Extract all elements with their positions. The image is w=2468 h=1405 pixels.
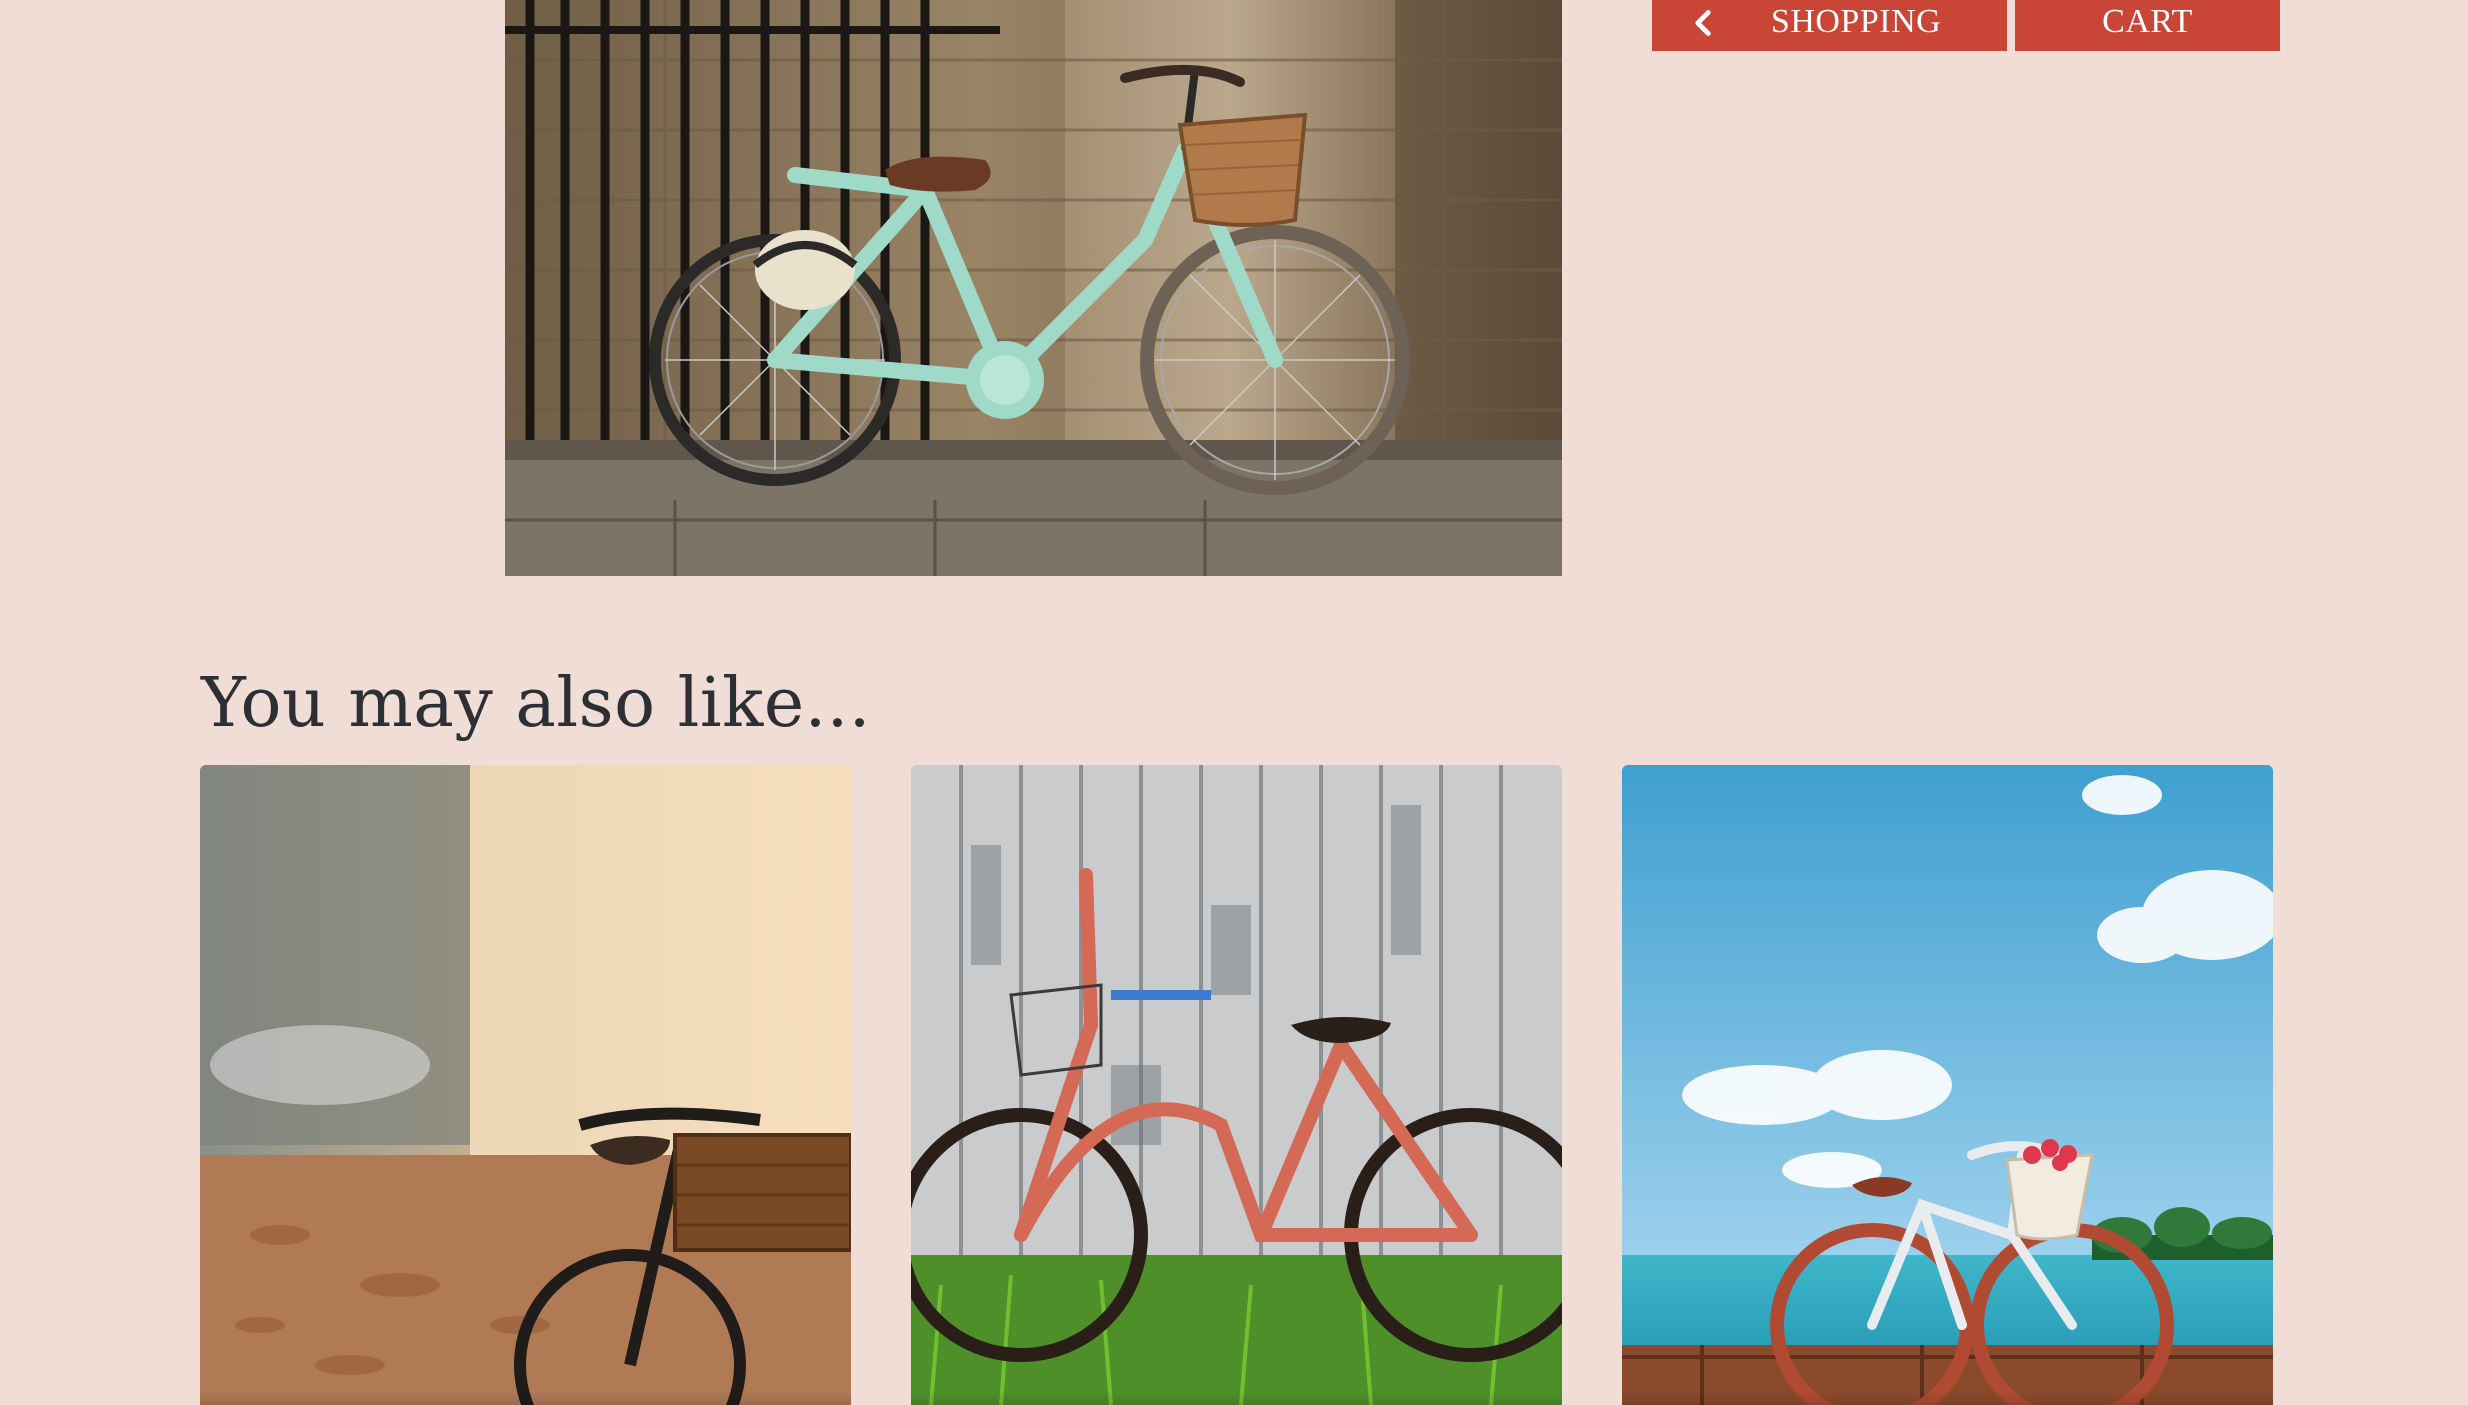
related-product-card-1[interactable]: [200, 765, 851, 1405]
keep-shopping-label: KEEP SHOPPING: [1770, 0, 1942, 40]
related-product-image-2: [911, 765, 1562, 1405]
related-products-title: You may also like...: [201, 664, 871, 743]
related-product-card-2[interactable]: [911, 765, 1562, 1405]
keep-shopping-button[interactable]: KEEP SHOPPING: [1652, 0, 2007, 51]
related-product-card-3[interactable]: [1622, 765, 2273, 1405]
related-product-image-3: [1622, 765, 2273, 1405]
product-actions: KEEP SHOPPING ADD TO CART: [1652, 0, 2280, 51]
chevron-left-icon: [1695, 10, 1711, 36]
add-to-cart-button[interactable]: ADD TO CART: [2015, 0, 2280, 51]
add-to-cart-label: ADD TO CART: [2083, 0, 2212, 40]
product-image: [505, 0, 1562, 576]
related-product-image-1: [200, 765, 851, 1405]
